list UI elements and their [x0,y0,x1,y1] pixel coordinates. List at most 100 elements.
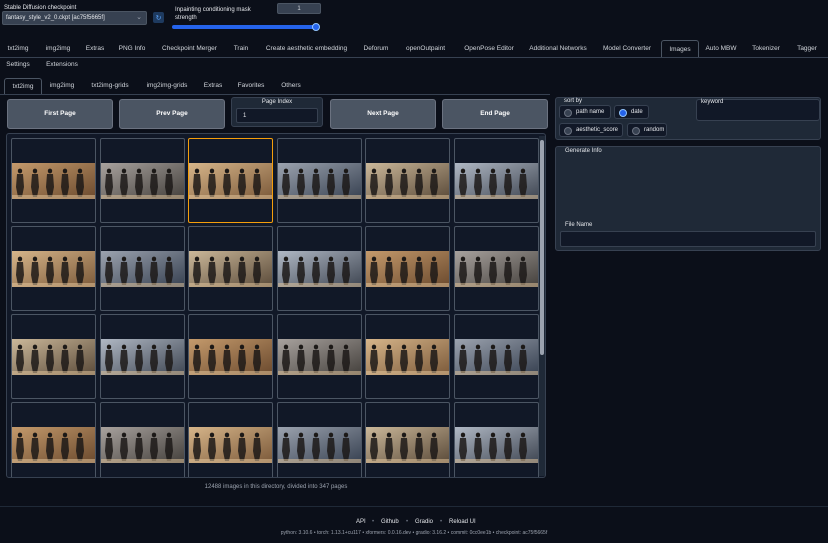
thumbnail-image [277,427,361,463]
file-name-input[interactable] [560,231,816,247]
gallery-thumbnail[interactable] [99,226,185,311]
gallery-thumbnail[interactable] [453,402,539,477]
thumbnail-image [12,251,95,287]
radio-aesthetic-score[interactable] [564,127,572,135]
gallery-thumbnail[interactable] [99,138,185,223]
thumbnail-image [189,427,272,463]
mask-strength-slider[interactable] [172,25,318,29]
thumbnail-image [100,427,184,463]
tab-settings[interactable]: Settings [2,58,34,72]
tab-deforum[interactable]: Deforum [360,40,392,57]
gallery-thumbnail[interactable] [188,314,273,399]
sort-option-path-name[interactable]: path name [559,105,611,119]
thumbnail-image [277,251,361,287]
footer-link-github[interactable]: Github [381,519,399,525]
gallery-thumbnail[interactable] [453,314,539,399]
radio-date[interactable] [619,109,627,117]
tab-images[interactable]: Images [661,40,699,58]
end-page-button[interactable]: End Page [442,99,548,129]
thumbnail-image [277,163,361,199]
gallery-scrollbar-thumb[interactable] [540,140,544,355]
tab-create-aesthetic-embedding[interactable]: Create aesthetic embedding [259,40,354,57]
next-page-button[interactable]: Next Page [330,99,436,129]
footer-link-gradio[interactable]: Gradio [415,519,433,525]
chevron-down-icon: ⌄ [136,14,142,21]
tab-tokenizer[interactable]: Tokenizer [746,40,786,57]
gallery-thumbnail[interactable] [188,402,273,477]
tab-img2img[interactable]: img2img [40,40,76,57]
subtab-extras[interactable]: Extras [199,78,227,94]
tab-checkpoint-merger[interactable]: Checkpoint Merger [156,40,223,57]
thumbnail-image [454,163,538,199]
subtab-others[interactable]: Others [275,78,307,94]
gallery-thumbnail[interactable] [11,226,96,311]
thumbnail-image [100,339,184,375]
gallery-thumbnail[interactable] [453,138,539,223]
gallery-thumbnail[interactable] [188,226,273,311]
tab-openpose-editor[interactable]: OpenPose Editor [459,40,519,57]
gallery-thumbnail[interactable] [188,138,273,223]
generate-info-label: Generate Info [565,148,602,154]
tab-png-info[interactable]: PNG Info [114,40,150,57]
gallery-thumbnail[interactable] [11,314,96,399]
gallery-thumbnail[interactable] [365,402,450,477]
tab-txt2img[interactable]: txt2img [2,40,34,57]
tab-additional-networks[interactable]: Additional Networks [525,40,591,57]
mask-strength-label: Inpainting conditioning mask strength [175,6,251,22]
footer-link-api[interactable]: API [356,519,366,525]
sort-option-date[interactable]: date [614,105,649,119]
subtab-txt2img-grids[interactable]: txt2img-grids [85,78,135,94]
gallery-thumbnail[interactable] [11,138,96,223]
subtab-img2img[interactable]: img2img [44,78,80,94]
gallery-thumbnail[interactable] [276,226,362,311]
gallery-thumbnail[interactable] [365,138,450,223]
radio-random[interactable] [632,127,640,135]
tab-openoutpaint[interactable]: openOutpaint [398,40,453,57]
tab-extras[interactable]: Extras [82,40,108,57]
thumbnail-image [366,427,449,463]
subtab-divider [0,94,550,95]
gallery-thumbnail[interactable] [99,314,185,399]
keyword-input[interactable]: keyword [696,99,820,121]
mask-strength-slider-handle[interactable] [312,23,320,31]
footer-separator: • [406,519,409,525]
thumbnail-image [189,339,272,375]
gallery-thumbnail[interactable] [453,226,539,311]
subtab-favorites[interactable]: Favorites [232,78,270,94]
prev-page-button[interactable]: Prev Page [119,99,225,129]
sort-option-random[interactable]: random [627,123,667,137]
page-index-input[interactable]: 1 [236,108,318,123]
radio-path-name[interactable] [564,109,572,117]
footer-link-reload-ui[interactable]: Reload UI [449,519,476,525]
thumbnail-image [12,339,95,375]
mask-strength-input[interactable]: 1 [277,3,321,14]
subtab-img2img-grids[interactable]: img2img-grids [140,78,194,94]
gallery-thumbnail[interactable] [276,402,362,477]
mask-strength-label-line2: strength [175,15,197,21]
gallery-thumbnail[interactable] [276,314,362,399]
tab-model-converter[interactable]: Model Converter [597,40,657,57]
keyword-label: keyword [701,99,724,105]
image-gallery [6,133,546,478]
mask-strength-label-line1: Inpainting conditioning mask [175,7,251,13]
footer-divider [0,506,828,507]
gallery-thumbnail[interactable] [99,402,185,477]
gallery-thumbnail[interactable] [276,138,362,223]
first-page-button[interactable]: First Page [7,99,113,129]
sort-option-aesthetic-score[interactable]: aesthetic_score [559,123,623,137]
thumbnail-image [277,339,361,375]
tab-extensions[interactable]: Extensions [40,58,84,72]
tab-auto-mbw[interactable]: Auto MBW [702,40,740,57]
subtab-txt2img[interactable]: txt2img [4,78,42,95]
gallery-thumbnail[interactable] [365,314,450,399]
tab-tagger[interactable]: Tagger [792,40,822,57]
gallery-thumbnail[interactable] [365,226,450,311]
generate-info-textarea[interactable] [560,156,816,218]
tab-train[interactable]: Train [229,40,253,57]
gallery-thumbnail[interactable] [11,402,96,477]
sort-option-label: path name [576,109,605,115]
sort-by-label: sort by [564,98,583,104]
tab-divider [0,57,828,58]
checkpoint-select[interactable]: fantasy_style_v2_0.ckpt [ac75f5665f] ⌄ [2,11,147,25]
refresh-button[interactable]: ↻ [153,12,164,23]
